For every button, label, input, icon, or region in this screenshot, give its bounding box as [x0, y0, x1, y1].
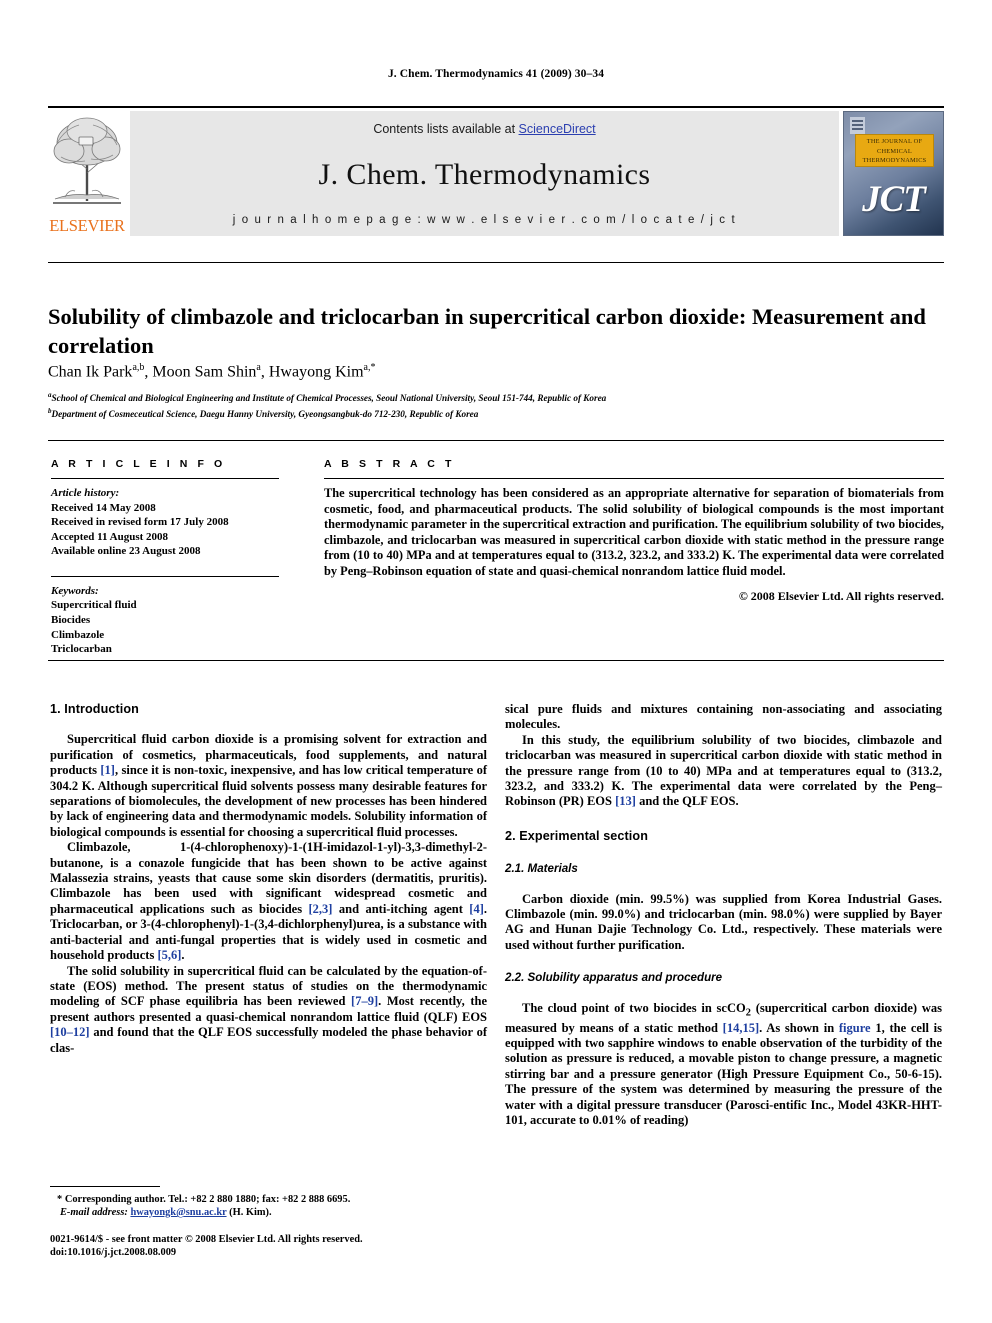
elsevier-logo: ELSEVIER — [48, 111, 126, 236]
paragraph: The cloud point of two biocides in scCO2… — [505, 1000, 942, 1128]
citation-link[interactable]: [13] — [615, 794, 636, 808]
citation-link[interactable]: [7–9] — [351, 994, 378, 1008]
page-title: Solubility of climbazole and triclocarba… — [48, 304, 926, 359]
abstract-rule — [324, 478, 944, 479]
figure-link[interactable]: figure — [839, 1021, 871, 1035]
footnote-divider — [50, 1186, 160, 1187]
footnote-text: * Corresponding author. Tel.: +82 2 880 … — [50, 1193, 487, 1219]
keywords-rule — [51, 575, 279, 577]
info-divider-bottom — [48, 660, 944, 661]
footnote-corresponding: Corresponding author. Tel.: +82 2 880 18… — [64, 1194, 351, 1205]
article-history-label: Article history: — [51, 487, 120, 499]
cover-acronym: JCT — [862, 179, 926, 220]
keywords-label: Keywords: — [51, 584, 99, 597]
paragraph: sical pure fluids and mixtures containin… — [505, 702, 942, 732]
abstract-heading: A B S T R A C T — [324, 458, 455, 470]
citation-link[interactable]: [2,3] — [309, 902, 333, 916]
article-info-heading: A R T I C L E I N F O — [51, 458, 226, 470]
paragraph: The solid solubility in supercritical fl… — [50, 963, 487, 1055]
keyword-item: Triclocarban — [51, 643, 112, 656]
citation-link[interactable]: [10–12] — [50, 1025, 90, 1039]
abstract-copyright: © 2008 Elsevier Ltd. All rights reserved… — [738, 588, 944, 603]
contents-prefix: Contents lists available at — [373, 122, 519, 136]
running-head: J. Chem. Thermodynamics 41 (2009) 30–34 — [387, 68, 605, 80]
masthead-center-panel: Contents lists available at ScienceDirec… — [130, 111, 839, 236]
doi-line: doi:10.1016/j.jct.2008.08.009 — [50, 1247, 177, 1259]
elsevier-wordmark: ELSEVIER — [49, 216, 125, 235]
email-suffix: (H. Kim). — [229, 1207, 272, 1218]
journal-cover-thumbnail[interactable]: THE JOURNAL OF CHEMICAL THERMODYNAMICS J… — [843, 111, 944, 236]
affiliation-a: aSchool of Chemical and Biological Engin… — [48, 391, 607, 404]
journal-title: J. Chem. Thermodynamics — [318, 158, 651, 191]
subsection-heading-materials: 2.1. Materials — [505, 862, 578, 876]
email-label: E-mail address: — [60, 1207, 128, 1218]
title-divider — [48, 262, 944, 263]
footnote-marker: * — [57, 1194, 63, 1205]
paragraph: Carbon dioxide (min. 99.5%) was supplied… — [505, 891, 942, 952]
keyword-item: Supercritical fluid — [51, 599, 137, 612]
affiliation-list: aSchool of Chemical and Biological Engin… — [48, 389, 928, 420]
journal-masthead: ELSEVIER Contents lists available at Sci… — [48, 106, 944, 236]
keyword-item: Climbazole — [51, 628, 105, 641]
citation-link[interactable]: [4] — [469, 902, 484, 916]
journal-article-page: J. Chem. Thermodynamics 41 (2009) 30–34 — [0, 0, 992, 1323]
corresponding-author-footnote: * Corresponding author. Tel.: +82 2 880 … — [50, 1186, 487, 1219]
section-heading-introduction: 1. Introduction — [50, 702, 139, 716]
body-column-right: sical pure fluids and mixtures containin… — [505, 702, 942, 1128]
contents-available-line: Contents lists available at ScienceDirec… — [130, 122, 839, 136]
issn-copyright-footer: 0021-9614/$ - see front matter © 2008 El… — [50, 1233, 487, 1260]
history-item: Received in revised form 17 July 2008 — [51, 516, 229, 529]
cover-title-box: THE JOURNAL OF CHEMICAL THERMODYNAMICS — [855, 134, 934, 167]
email-link[interactable]: hwayongk@snu.ac.kr — [130, 1207, 226, 1218]
keyword-item: Biocides — [51, 613, 91, 626]
paragraph: Supercritical fluid carbon dioxide is a … — [50, 732, 487, 839]
paragraph: Climbazole, 1-(4-chlorophenoxy)-1-(1H-im… — [50, 840, 487, 963]
paragraph: In this study, the equilibrium solubilit… — [505, 732, 942, 809]
sciencedirect-link[interactable]: ScienceDirect — [519, 122, 596, 136]
elsevier-tree-icon — [53, 117, 121, 204]
history-item: Accepted 11 August 2008 — [51, 530, 169, 543]
affiliation-b: bDepartment of Cosmeceutical Science, Da… — [48, 406, 479, 419]
cover-elsevier-mark-icon — [850, 117, 865, 134]
history-item: Received 14 May 2008 — [51, 501, 156, 514]
citation-link[interactable]: [14,15] — [723, 1021, 759, 1035]
section-heading-experimental: 2. Experimental section — [505, 828, 648, 843]
article-info-block: A R T I C L E I N F O Article history: R… — [51, 458, 279, 657]
abstract-block: A B S T R A C T The supercritical techno… — [324, 458, 944, 604]
body-column-left: 1. Introduction Supercritical fluid carb… — [50, 702, 487, 1056]
journal-homepage-url[interactable]: j o u r n a l h o m e p a g e : w w w . … — [130, 214, 839, 226]
author-list: Chan Ik Parka,b, Moon Sam Shina, Hwayong… — [48, 362, 376, 381]
history-item: Available online 23 August 2008 — [51, 545, 201, 558]
subsection-heading-apparatus: 2.2. Solubility apparatus and procedure — [505, 971, 723, 985]
citation-link[interactable]: [5,6] — [157, 948, 181, 962]
front-matter-line: 0021-9614/$ - see front matter © 2008 El… — [50, 1234, 363, 1245]
citation-link[interactable]: [1] — [100, 763, 115, 777]
info-divider-top — [48, 440, 944, 441]
abstract-text: The supercritical technology has been co… — [324, 486, 944, 578]
article-info-rule — [51, 478, 279, 479]
